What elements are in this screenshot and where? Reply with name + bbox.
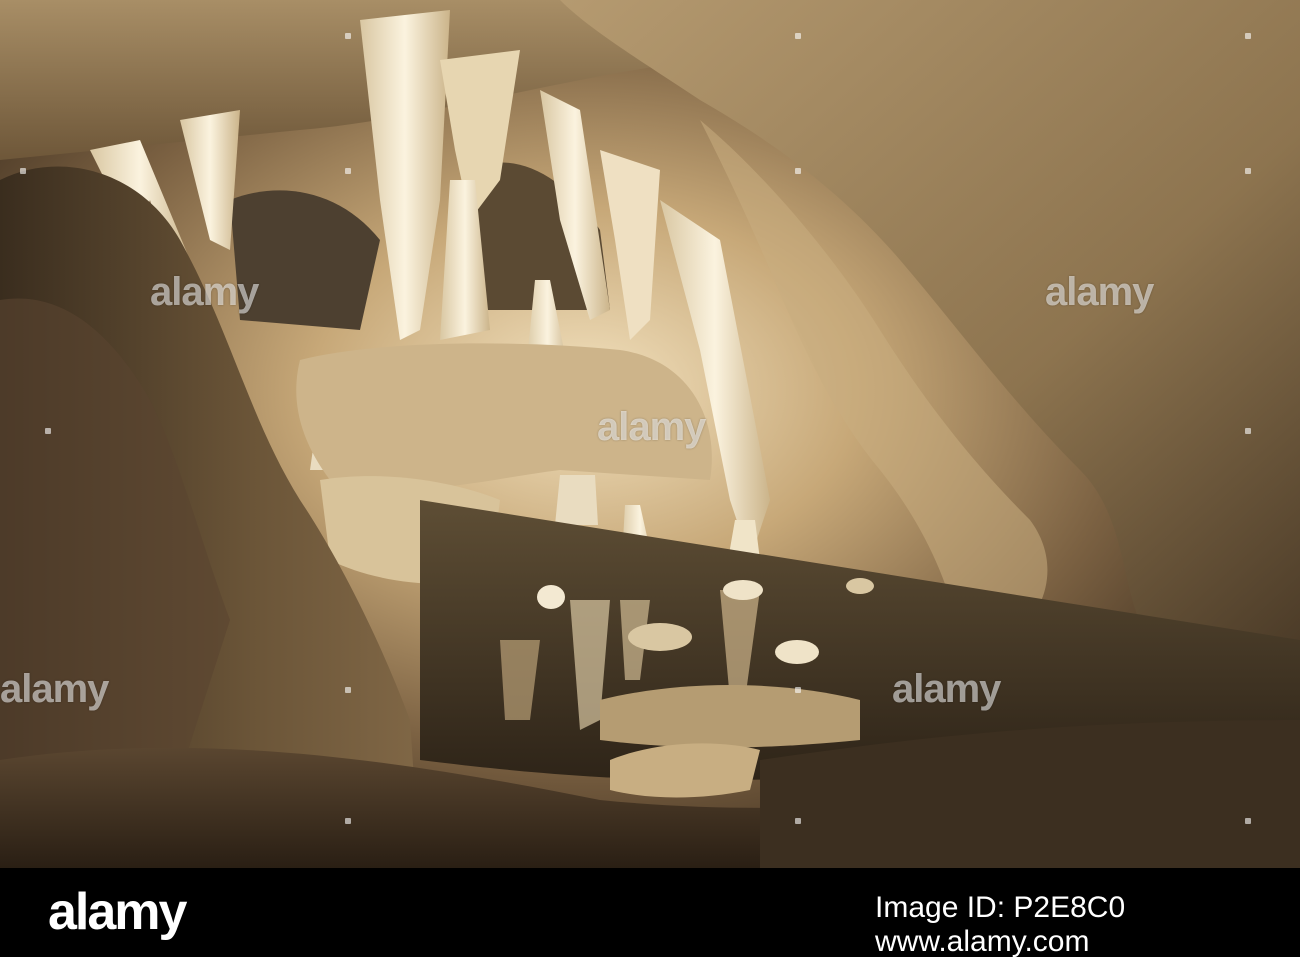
stock-photo-page: alamy alamy alamy alamy alamy alamy Imag…	[0, 0, 1300, 957]
watermark-mark	[795, 818, 801, 824]
watermark-mark	[45, 428, 51, 434]
watermark-mark	[1245, 428, 1251, 434]
watermark-text: alamy	[597, 405, 706, 449]
watermark-mark	[1245, 818, 1251, 824]
watermark-mark	[345, 818, 351, 824]
watermark-mark	[795, 168, 801, 174]
image-id-label: Image ID: P2E8C0	[875, 891, 1126, 924]
watermark-text: alamy	[892, 667, 1001, 711]
watermark-mark	[1245, 33, 1251, 39]
watermark-mark	[20, 168, 26, 174]
alamy-logo: alamy	[48, 883, 187, 941]
watermark-text: alamy	[0, 667, 109, 711]
watermark-mark	[1245, 168, 1251, 174]
watermark-text: alamy	[150, 270, 259, 314]
watermark-mark	[795, 33, 801, 39]
watermark-mark	[345, 687, 351, 693]
watermark-mark	[795, 687, 801, 693]
site-url: www.alamy.com	[875, 925, 1090, 957]
cave-photo: alamy alamy alamy alamy alamy	[0, 0, 1300, 868]
watermark-mark	[345, 33, 351, 39]
watermark-mark	[345, 168, 351, 174]
watermark-text: alamy	[1045, 270, 1154, 314]
